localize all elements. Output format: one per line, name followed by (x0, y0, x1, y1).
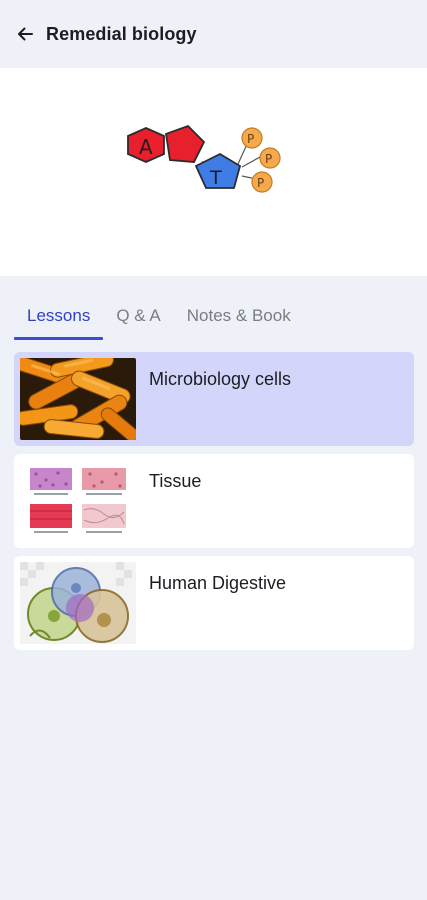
tab-notes-and-book[interactable]: Notes & Book (174, 296, 304, 340)
logo-letter-a: A (139, 135, 153, 159)
lesson-title: Tissue (149, 471, 202, 491)
ribose-pentagon (164, 124, 206, 163)
logo-letter-t: T (209, 167, 222, 189)
tab-lessons[interactable]: Lessons (14, 296, 104, 340)
back-button[interactable] (14, 23, 36, 45)
lesson-card-human-digestive[interactable]: Human Digestive (14, 556, 414, 650)
digestive-thumbnail (20, 562, 136, 644)
phosphate-letter: P (257, 176, 264, 190)
arrow-left-icon (18, 27, 33, 41)
page-title: Remedial biology (46, 23, 197, 44)
lesson-card-microbiology-cells[interactable]: Microbiology cells (14, 352, 414, 446)
bacteria-thumbnail (20, 358, 136, 440)
lesson-list: Microbiology cells Tissue Human Digestiv… (14, 352, 414, 658)
atp-logo: A T P P P (127, 124, 281, 193)
lesson-title: Microbiology cells (149, 369, 292, 389)
phosphate-letter: P (265, 152, 272, 166)
phosphate-letter: P (247, 132, 254, 146)
tab-q-and-a[interactable]: Q & A (103, 296, 173, 340)
lesson-card-tissue[interactable]: Tissue (14, 454, 414, 548)
tab-bar: Lessons Q & A Notes & Book (14, 296, 304, 340)
app-bar: Remedial biology (0, 0, 427, 68)
tissue-thumbnail (20, 460, 136, 542)
lesson-title: Human Digestive (149, 573, 287, 593)
hero-banner: A T P P P (0, 68, 427, 276)
